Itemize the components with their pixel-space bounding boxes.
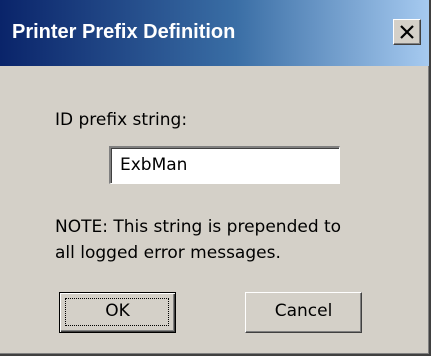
- note-text: NOTE: This string is prepended to all lo…: [55, 214, 395, 266]
- title-bar[interactable]: Printer Prefix Definition: [0, 0, 429, 66]
- close-icon: [400, 25, 414, 39]
- dialog-window: Printer Prefix Definition ID prefix stri…: [0, 0, 431, 356]
- id-prefix-input[interactable]: ExbMan: [109, 146, 340, 184]
- window-title: Printer Prefix Definition: [12, 21, 236, 43]
- ok-button[interactable]: OK: [59, 292, 176, 333]
- cancel-button-label: Cancel: [274, 301, 333, 321]
- ok-button-label: OK: [105, 301, 130, 321]
- note-line-1: NOTE: This string is prepended to: [55, 217, 342, 237]
- cancel-button[interactable]: Cancel: [245, 292, 362, 333]
- id-prefix-label: ID prefix string:: [55, 110, 188, 130]
- note-line-2: all logged error messages.: [55, 243, 281, 263]
- close-button[interactable]: [393, 19, 421, 45]
